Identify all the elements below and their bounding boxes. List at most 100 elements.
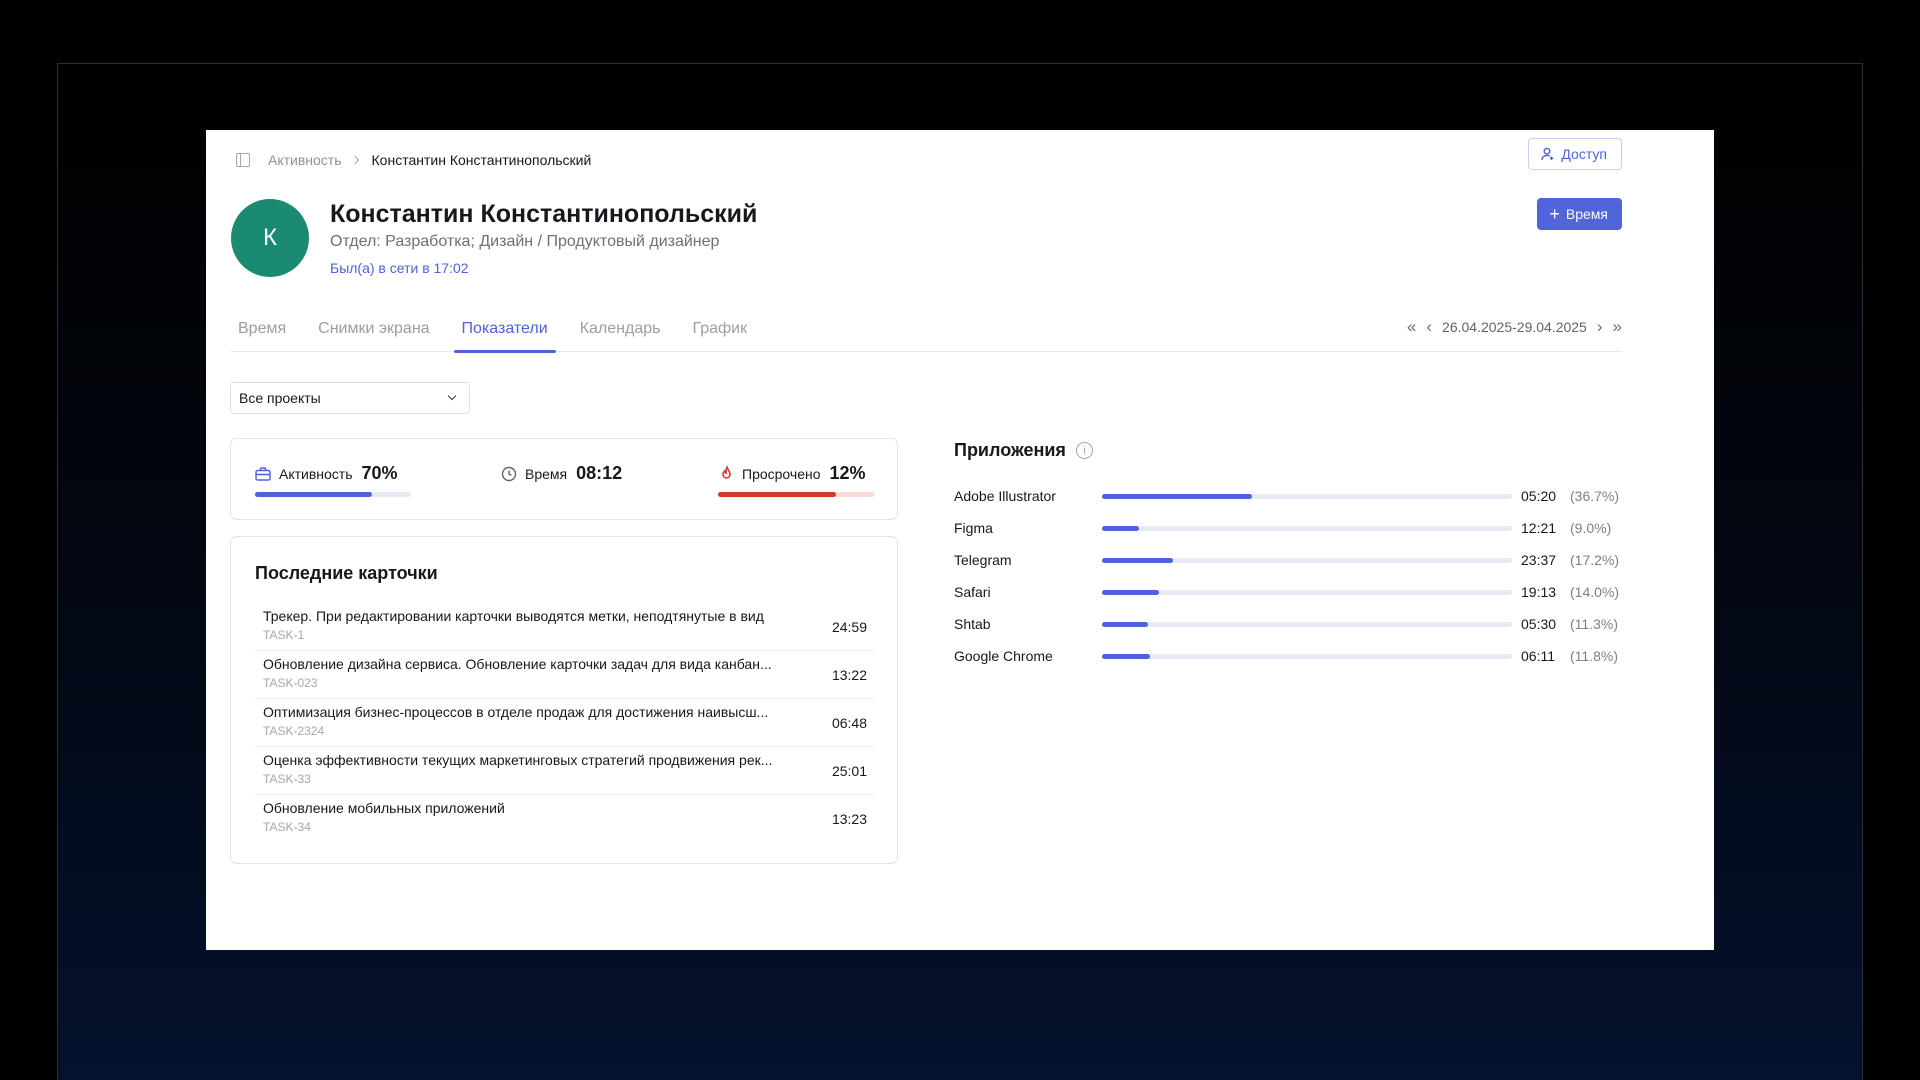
app-name: Adobe Illustrator [954, 488, 1056, 504]
card-id: TASK-33 [263, 772, 311, 786]
card-title: Обновление дизайна сервиса. Обновление к… [263, 656, 772, 672]
briefcase-icon [255, 466, 271, 481]
user-icon [1541, 147, 1554, 161]
app-time: 19:13 [1521, 584, 1557, 600]
app-usage-bar [1102, 557, 1512, 563]
card-id: TASK-34 [263, 820, 311, 834]
apps-section-title: Приложения i [954, 440, 1093, 461]
app-name: Telegram [954, 552, 1012, 568]
stat-time: Время 08:12 [501, 463, 622, 484]
activity-bar-track [255, 492, 411, 497]
date-range-label[interactable]: 26.04.2025-29.04.2025 [1442, 319, 1587, 335]
app-usage-fill [1102, 589, 1160, 595]
app-usage-fill [1102, 621, 1149, 627]
app-time: 05:30 [1521, 616, 1557, 632]
tab-calendar[interactable]: Календарь [572, 312, 669, 352]
stats-card: Активность 70% Время 08:12 Просрочено 12… [230, 438, 898, 520]
stat-overdue-value: 12% [829, 463, 866, 483]
overdue-bar-fill [718, 492, 836, 497]
app-usage-fill [1102, 493, 1253, 499]
stat-activity: Активность 70% [255, 463, 398, 484]
app-window: Активность Константин Константинопольски… [206, 130, 1714, 950]
app-usage-fill [1102, 525, 1139, 531]
app-percent: (36.7%) [1570, 488, 1620, 504]
plus-icon: + [1549, 204, 1560, 224]
stat-activity-label: Активность [279, 465, 353, 482]
app-row: Adobe Illustrator 05:20 (36.7%) [954, 480, 1654, 512]
app-time: 12:21 [1521, 520, 1557, 536]
chevron-down-icon [447, 391, 457, 401]
project-filter-select[interactable]: Все проекты [230, 382, 470, 414]
tab-bar: Время Снимки экрана Показатели Календарь… [231, 312, 1622, 353]
app-row: Google Chrome 06:11 (11.8%) [954, 640, 1654, 672]
profile-name: Константин Константинопольский [330, 200, 758, 228]
last-seen-status: Был(а) в сети в 17:02 [330, 260, 469, 276]
app-time: 23:37 [1521, 552, 1557, 568]
app-percent: (14.0%) [1570, 584, 1620, 600]
chevron-left-icon[interactable]: ‹ [1426, 318, 1432, 335]
tab-schedule[interactable]: График [684, 312, 755, 352]
double-chevron-left-icon[interactable]: « [1407, 318, 1416, 335]
card-row[interactable]: Обновление дизайна сервиса. Обновление к… [255, 651, 875, 699]
double-chevron-right-icon[interactable]: » [1613, 318, 1622, 335]
app-time: 05:20 [1521, 488, 1557, 504]
card-time: 25:01 [831, 763, 867, 779]
app-row: Figma 12:21 (9.0%) [954, 512, 1654, 544]
add-time-button[interactable]: + Время [1537, 198, 1622, 230]
card-time: 06:48 [831, 715, 867, 731]
card-row[interactable]: Оптимизация бизнес-процессов в отделе пр… [255, 699, 875, 747]
app-row: Safari 19:13 (14.0%) [954, 576, 1654, 608]
card-title: Оценка эффективности текущих маркетингов… [263, 752, 773, 768]
stat-overdue-label: Просрочено [742, 465, 821, 482]
stat-overdue: Просрочено 12% [720, 463, 866, 484]
card-row[interactable]: Трекер. При редактировании карточки выво… [255, 603, 875, 651]
breadcrumb-parent[interactable]: Активность [268, 152, 342, 168]
profile-department: Отдел: Разработка; Дизайн / Продуктовый … [330, 233, 720, 250]
apps-title: Приложения [954, 440, 1066, 460]
app-time: 06:11 [1521, 648, 1555, 664]
app-usage-bar [1102, 493, 1512, 499]
project-filter-value: Все проекты [239, 390, 321, 406]
chevron-right-icon [350, 155, 359, 165]
card-time: 13:23 [831, 811, 867, 827]
app-usage-bar [1102, 589, 1512, 595]
tab-screenshots[interactable]: Снимки экрана [310, 312, 437, 352]
app-name: Figma [954, 520, 993, 536]
app-percent: (11.8%) [1570, 648, 1618, 664]
avatar: К [231, 199, 309, 277]
apps-list: Adobe Illustrator 05:20 (36.7%) Figma 12… [954, 480, 1654, 672]
app-row: Shtab 05:30 (11.3%) [954, 608, 1654, 640]
recent-cards-list: Трекер. При редактировании карточки выво… [255, 603, 875, 843]
overdue-bar-track [718, 492, 875, 497]
card-row[interactable]: Оценка эффективности текущих маркетингов… [255, 747, 875, 795]
stat-activity-value: 70% [361, 463, 398, 483]
stat-time-value: 08:12 [576, 463, 623, 483]
recent-cards-panel: Последние карточки Трекер. При редактиро… [230, 536, 898, 864]
tab-metrics[interactable]: Показатели [453, 312, 556, 353]
chevron-right-icon[interactable]: › [1597, 318, 1603, 335]
add-time-button-label: Время [1565, 206, 1608, 222]
app-usage-bar [1102, 653, 1512, 659]
fire-icon [722, 465, 731, 479]
app-name: Google Chrome [954, 648, 1053, 664]
app-name: Safari [954, 584, 991, 600]
app-percent: (17.2%) [1570, 552, 1620, 568]
card-title: Трекер. При редактировании карточки выво… [263, 608, 764, 624]
top-bar: Активность Константин Константинопольски… [236, 145, 1622, 175]
card-id: TASK-1 [263, 628, 305, 642]
card-time: 24:59 [831, 619, 867, 635]
app-usage-fill [1102, 557, 1173, 563]
card-row[interactable]: Обновление мобильных приложений TASK-34 … [255, 795, 875, 843]
card-title: Обновление мобильных приложений [263, 800, 505, 816]
app-usage-bar [1102, 621, 1512, 627]
card-title: Оптимизация бизнес-процессов в отделе пр… [263, 704, 769, 720]
stat-time-label: Время [525, 465, 568, 482]
access-button[interactable]: Доступ [1528, 138, 1622, 170]
access-button-label: Доступ [1561, 146, 1607, 162]
date-navigator: « ‹ 26.04.2025-29.04.2025 › » [1407, 318, 1622, 335]
sidebar-toggle-icon[interactable] [236, 153, 250, 167]
app-name: Shtab [954, 616, 991, 632]
app-percent: (11.3%) [1570, 616, 1618, 632]
tab-time[interactable]: Время [231, 312, 294, 352]
info-icon[interactable]: i [1075, 442, 1093, 459]
